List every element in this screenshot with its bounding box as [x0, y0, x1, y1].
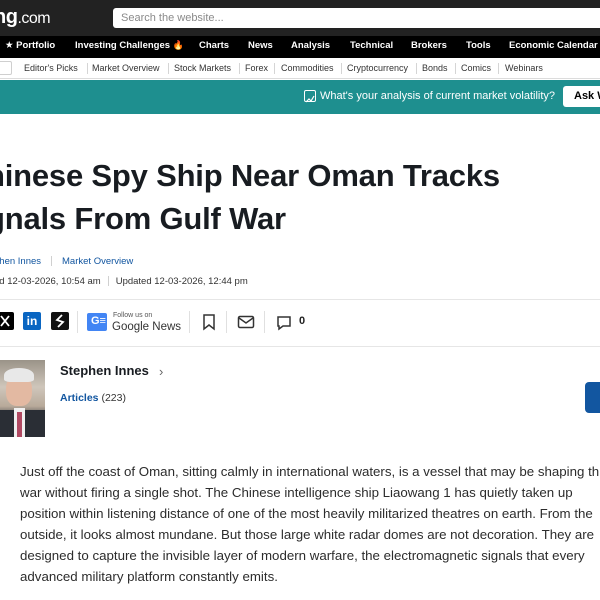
nav-item-portfolio[interactable]: ★ Portfolio [5, 40, 55, 51]
follow-button[interactable] [585, 382, 600, 413]
nav-item-brokers[interactable]: Brokers [411, 40, 447, 51]
subnav-item-commodities[interactable]: Commodities [281, 63, 334, 73]
site-logo[interactable]: ng.com [0, 6, 51, 29]
google-news-follow-button[interactable]: G≡ Follow us on Google News [87, 310, 187, 334]
nav-item-tools[interactable]: Tools [466, 40, 491, 51]
divider [51, 256, 53, 267]
nav-item-news[interactable]: News [248, 40, 273, 51]
subnav-back-button[interactable] [0, 61, 12, 75]
author-avatar[interactable] [0, 360, 45, 437]
avatar-tie [17, 412, 22, 437]
divider [107, 276, 109, 287]
divider [274, 63, 275, 74]
divider [498, 63, 499, 74]
title-line: gnals From Gulf War [0, 201, 286, 236]
bookmark-icon[interactable] [200, 313, 218, 331]
subnav-item-market-overview[interactable]: Market Overview [92, 63, 160, 73]
ask-button[interactable]: Ask W [563, 86, 600, 107]
divider [226, 311, 227, 333]
divider [0, 299, 600, 300]
subnav-item-editors-picks[interactable]: Editor's Picks [24, 63, 78, 73]
subnav-item-cryptocurrency[interactable]: Cryptocurrency [347, 63, 408, 73]
articles-count: (223) [101, 392, 126, 404]
chart-icon [304, 90, 316, 103]
stocktwits-share-icon[interactable] [51, 312, 69, 330]
divider [455, 63, 456, 74]
divider [189, 311, 190, 333]
google-follow-label: Follow us on [113, 312, 153, 319]
divider [0, 346, 600, 347]
linkedin-share-icon[interactable]: in [23, 312, 41, 330]
nav-item-investing-challenges[interactable]: Investing Challenges 🔥 [75, 40, 184, 51]
article-byline: phen Innes Market Overview [0, 256, 133, 267]
nav-item-analysis[interactable]: Analysis [291, 40, 330, 51]
logo-domain: .com [17, 10, 51, 27]
subnav-item-forex[interactable]: Forex [245, 63, 268, 73]
x-share-icon[interactable] [0, 312, 14, 330]
nav-item-charts[interactable]: Charts [199, 40, 229, 51]
comment-count: 0 [299, 315, 306, 327]
comment-icon[interactable] [275, 313, 293, 331]
search-input[interactable] [113, 8, 600, 28]
nav-item-label: Investing Challenges [75, 40, 171, 51]
articles-link[interactable]: Articles [60, 392, 99, 404]
divider [239, 63, 240, 74]
avatar-hair [4, 368, 34, 382]
site-header: ng.com [0, 0, 600, 36]
subnav-item-bonds[interactable]: Bonds [422, 63, 448, 73]
divider [416, 63, 417, 74]
main-navigation: ★ Portfolio Investing Challenges 🔥 Chart… [0, 36, 600, 58]
article-body: Just off the coast of Oman, sitting calm… [20, 464, 600, 584]
subnav-item-webinars[interactable]: Webinars [505, 63, 543, 73]
title-line: hinese Spy Ship Near Oman Tracks [0, 158, 500, 193]
search-box[interactable] [113, 8, 600, 28]
fire-icon: 🔥 [172, 40, 184, 50]
published-date: ed 12-03-2026, 10:54 am [0, 276, 101, 287]
google-news-icon: G≡ [87, 313, 107, 331]
sub-navigation: Editor's Picks Market Overview Stock Mar… [0, 58, 600, 79]
article-dates: ed 12-03-2026, 10:54 am Updated 12-03-202… [0, 276, 248, 287]
article-title: hinese Spy Ship Near Oman Tracks gnals F… [0, 154, 600, 240]
nav-item-technical[interactable]: Technical [350, 40, 393, 51]
divider [87, 63, 88, 74]
author-articles: Articles (223) [60, 392, 126, 404]
author-name[interactable]: Stephen Innes [60, 363, 149, 378]
google-news-label: Google News [112, 321, 182, 333]
mail-icon[interactable] [237, 313, 255, 331]
nav-item-economic-calendar[interactable]: Economic Calendar [509, 40, 598, 51]
banner-text[interactable]: What's your analysis of current market v… [320, 90, 555, 102]
promo-banner: What's your analysis of current market v… [0, 80, 600, 114]
updated-date: Updated 12-03-2026, 12:44 pm [115, 276, 248, 287]
author-link[interactable]: phen Innes [0, 256, 41, 267]
subnav-item-stock-markets[interactable]: Stock Markets [174, 63, 231, 73]
divider [77, 311, 78, 333]
divider [168, 63, 169, 74]
subnav-item-comics[interactable]: Comics [461, 63, 491, 73]
logo-text: ng [0, 6, 18, 28]
category-link[interactable]: Market Overview [62, 256, 133, 267]
chevron-right-icon[interactable]: › [159, 364, 163, 379]
divider [264, 311, 265, 333]
divider [341, 63, 342, 74]
